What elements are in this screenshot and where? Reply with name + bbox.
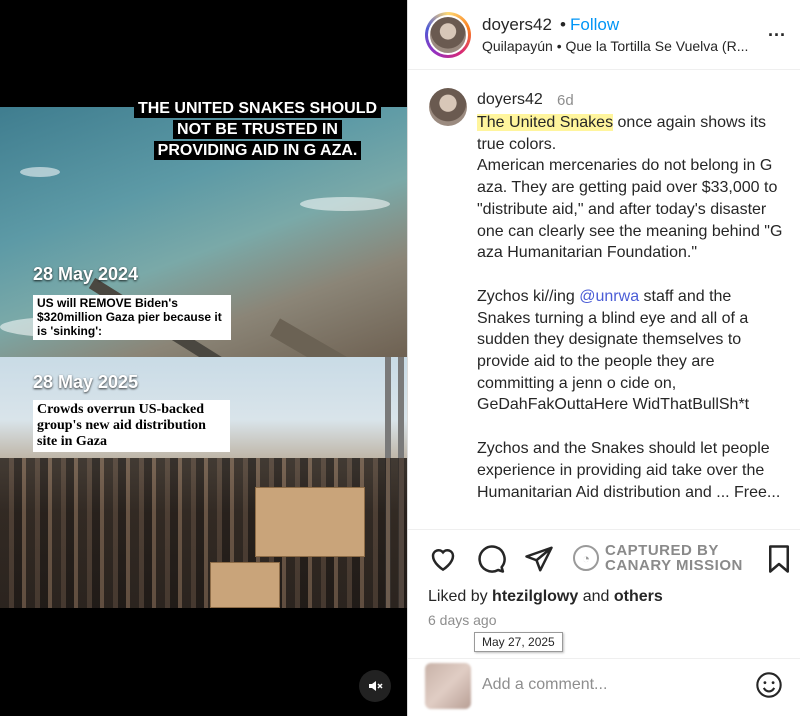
wave-foam	[300, 197, 390, 211]
comment-input[interactable]	[482, 673, 732, 697]
highlighted-text: The United Snakes	[477, 114, 614, 131]
panel1-date: 28 May 2024	[33, 264, 139, 284]
post-sidebar: doyers42 • Follow Quilapayún • Que la To…	[407, 0, 800, 716]
comment-age: 6d	[557, 92, 574, 109]
comment-paragraph: Zychos and the Snakes should let people …	[477, 440, 781, 501]
post-media[interactable]: THE UNITED SNAKES SHOULD NOT BE TRUSTED …	[0, 0, 407, 716]
aid-box	[210, 562, 280, 608]
liker-username[interactable]: htezilglowy	[492, 588, 578, 605]
share-icon[interactable]	[524, 544, 554, 574]
date-tooltip: May 27, 2025	[474, 632, 563, 652]
panel2-date: 28 May 2025	[33, 372, 139, 392]
comment-paragraph: American mercenaries do not belong in G …	[477, 157, 783, 262]
emoji-smile-icon[interactable]	[755, 671, 783, 699]
media-headline: THE UNITED SNAKES SHOULD NOT BE TRUSTED …	[130, 98, 385, 161]
likes-others-link[interactable]: others	[614, 588, 663, 605]
caption-comment: doyers42 6d The United Snakes once again…	[408, 71, 800, 529]
speaker-muted-icon	[369, 681, 383, 691]
author-avatar[interactable]	[425, 12, 471, 58]
comment-icon[interactable]	[476, 544, 506, 574]
post-timestamp[interactable]: 6 days ago	[428, 612, 497, 628]
commenter-avatar[interactable]	[429, 88, 467, 126]
wave-foam	[20, 167, 60, 177]
canary-mission-logo-icon: ◔	[573, 545, 599, 571]
post-header: doyers42 • Follow Quilapayún • Que la To…	[408, 0, 800, 70]
bookmark-icon[interactable]	[764, 544, 794, 574]
self-avatar	[425, 663, 471, 709]
panel1-caption: US will REMOVE Biden's $320million Gaza …	[33, 295, 231, 341]
pier-structure	[270, 318, 402, 357]
panel2-caption: Crowds overrun US-backed group's new aid…	[33, 400, 230, 453]
comment-text: The United Snakes once again shows its t…	[477, 112, 787, 503]
mute-button[interactable]	[359, 670, 391, 702]
mention-link[interactable]: @unrwa	[579, 288, 639, 305]
watermark: ◔ CAPTURED BY CANARY MISSION	[573, 543, 743, 573]
action-bar: ◔ CAPTURED BY CANARY MISSION	[408, 529, 800, 589]
comment-username[interactable]: doyers42	[477, 91, 543, 109]
aid-box	[255, 487, 365, 557]
separator-dot: •	[560, 15, 566, 34]
heart-icon[interactable]	[428, 544, 458, 574]
author-username[interactable]: doyers42	[482, 15, 552, 35]
audio-track[interactable]: Quilapayún • Que la Tortilla Se Vuelva (…	[482, 38, 767, 54]
follow-button[interactable]: Follow	[570, 15, 619, 35]
likes-summary: Liked by htezilglowy and others	[428, 588, 663, 605]
more-options-button[interactable]: ...	[768, 20, 786, 41]
add-comment-bar	[408, 658, 800, 716]
crowd-photo	[0, 357, 407, 608]
